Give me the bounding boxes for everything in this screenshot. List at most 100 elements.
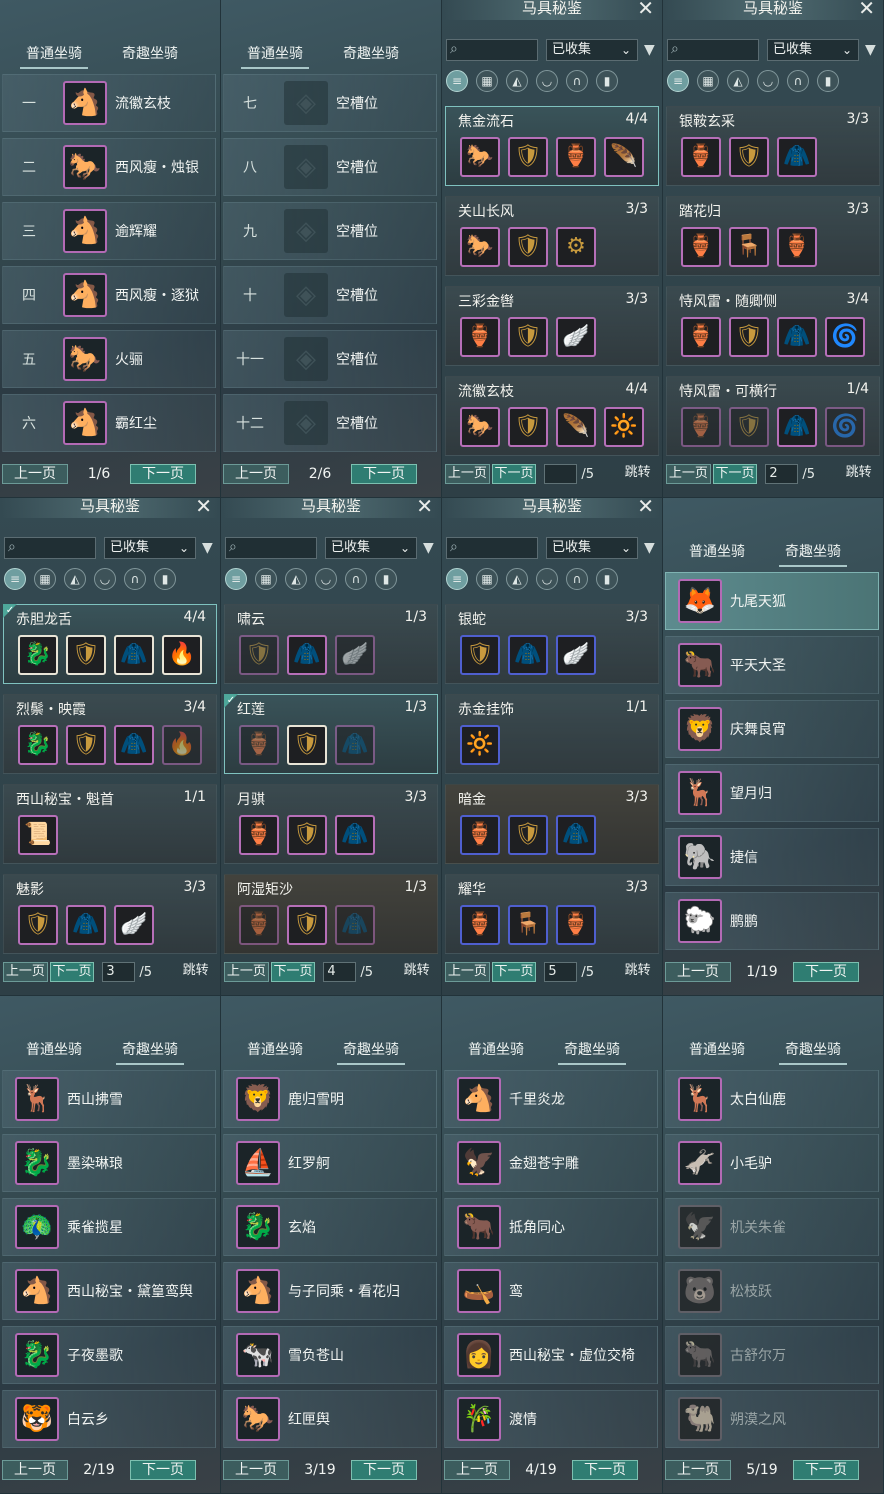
jump-button[interactable]: 跳转: [395, 962, 438, 982]
mount-portrait[interactable]: 🐫: [678, 1397, 722, 1441]
next-page-button[interactable]: 下一页: [130, 464, 196, 484]
stirrup-icon[interactable]: ∩: [787, 70, 809, 92]
equipment-slot[interactable]: 🪑: [729, 227, 769, 267]
grid-icon[interactable]: ▦: [476, 568, 498, 590]
close-icon[interactable]: ✕: [637, 498, 654, 516]
next-page-button[interactable]: 下一页: [712, 464, 758, 484]
collected-filter-select[interactable]: 已收集 ⌄: [104, 537, 196, 559]
equipment-slot[interactable]: 🏺: [681, 317, 721, 357]
prev-page-button[interactable]: 上一页: [445, 464, 490, 484]
page-input[interactable]: [544, 464, 578, 484]
equipment-slot[interactable]: 🧥: [335, 725, 375, 765]
tab-fun-mounts[interactable]: 奇趣坐骑: [323, 36, 419, 72]
mount-row[interactable]: 🦅 金翅苍宇雕: [444, 1134, 658, 1192]
mount-row[interactable]: ⛵ 红罗舸: [223, 1134, 437, 1192]
equipment-slot[interactable]: 🛡: [729, 317, 769, 357]
page-input[interactable]: 5: [544, 962, 578, 982]
set-card[interactable]: 关山长风 3/3 🐎 🛡 ⚙: [445, 196, 659, 276]
equipment-slot[interactable]: 🔥: [162, 635, 202, 675]
all-icon[interactable]: ≡: [667, 70, 689, 92]
equipment-slot[interactable]: 🪽: [114, 905, 154, 945]
equipment-slot[interactable]: 🏺: [239, 725, 279, 765]
mount-row[interactable]: 🐑 鹏鹏: [665, 892, 879, 950]
mount-portrait[interactable]: 🐯: [15, 1397, 59, 1441]
prev-page-button[interactable]: 上一页: [2, 1460, 68, 1480]
mount-portrait[interactable]: 🐎: [63, 145, 107, 189]
prev-page-button[interactable]: 上一页: [444, 1460, 510, 1480]
equipment-slot[interactable]: 📜: [18, 815, 58, 855]
tab-normal-mounts[interactable]: 普通坐骑: [227, 1032, 323, 1068]
mount-portrait[interactable]: 🐂: [678, 1333, 722, 1377]
mount-row[interactable]: 🦁 鹿归雪明: [223, 1070, 437, 1128]
mount-row[interactable]: 🐉 子夜墨歌: [2, 1326, 216, 1384]
equipment-slot[interactable]: 🏺: [777, 227, 817, 267]
set-card[interactable]: 啸云 1/3 🛡 🧥 🪽: [224, 604, 438, 684]
mount-portrait[interactable]: 🐴: [63, 401, 107, 445]
horseshoe-icon[interactable]: ◡: [536, 568, 558, 590]
mount-row[interactable]: 🦚 乘雀揽星: [2, 1198, 216, 1256]
mount-row[interactable]: 🦌 望月归: [665, 764, 879, 822]
set-card[interactable]: 烈鬃・映霞 3/4 🐉 🛡 🧥 🔥: [3, 694, 217, 774]
mount-row[interactable]: 🐴 西山秘宝・黛篁鸾舆: [2, 1262, 216, 1320]
set-card[interactable]: ✓ 红莲 1/3 🏺 🛡 🧥: [224, 694, 438, 774]
mount-portrait[interactable]: ◈: [284, 209, 328, 253]
prev-page-button[interactable]: 上一页: [3, 962, 48, 982]
equipment-slot[interactable]: 🏺: [681, 137, 721, 177]
mount-portrait[interactable]: 🦅: [678, 1205, 722, 1249]
mount-portrait[interactable]: 🐴: [63, 209, 107, 253]
equipment-slot[interactable]: 🛡: [508, 407, 548, 447]
close-icon[interactable]: ✕: [858, 0, 875, 18]
mount-row[interactable]: 🐄 雪负苍山: [223, 1326, 437, 1384]
mount-portrait[interactable]: 🦁: [236, 1077, 280, 1121]
equipment-slot[interactable]: 🔆: [460, 725, 500, 765]
filter-icon[interactable]: ▼: [202, 540, 213, 556]
equipment-slot[interactable]: 🧥: [777, 137, 817, 177]
mount-row[interactable]: 🐉 玄焰: [223, 1198, 437, 1256]
equipment-slot[interactable]: 🪽: [556, 635, 596, 675]
set-card[interactable]: 阿湿矩沙 1/3 🏺 🛡 🧥: [224, 874, 438, 954]
collected-filter-select[interactable]: 已收集 ⌄: [767, 39, 859, 61]
equipment-slot[interactable]: 🪶: [556, 407, 596, 447]
equipment-slot[interactable]: 🪑: [508, 905, 548, 945]
equipment-slot[interactable]: 🛡: [508, 317, 548, 357]
mount-row[interactable]: 🐴 千里炎龙: [444, 1070, 658, 1128]
mount-row[interactable]: 👩 西山秘宝・虚位交椅: [444, 1326, 658, 1384]
equipment-slot[interactable]: 🛡: [18, 905, 58, 945]
equipment-slot[interactable]: 🏺: [681, 407, 721, 447]
equipment-slot[interactable]: 🛡: [287, 725, 327, 765]
mount-row[interactable]: 十一 ◈ 空槽位: [223, 330, 437, 388]
close-icon[interactable]: ✕: [416, 498, 433, 516]
mount-row[interactable]: 四 🐴 西风瘦・逐狱: [2, 266, 216, 324]
prev-page-button[interactable]: 上一页: [445, 962, 490, 982]
horseshoe-icon[interactable]: ◡: [757, 70, 779, 92]
prev-page-button[interactable]: 上一页: [223, 1460, 289, 1480]
mount-row[interactable]: 🐎 红匣舆: [223, 1390, 437, 1448]
grid-icon[interactable]: ▦: [255, 568, 277, 590]
equipment-slot[interactable]: 🛡: [508, 227, 548, 267]
tab-fun-mounts[interactable]: 奇趣坐骑: [765, 1032, 861, 1068]
set-card[interactable]: 银鞍玄采 3/3 🏺 🛡 🧥: [666, 106, 880, 186]
jump-button[interactable]: 跳转: [616, 962, 659, 982]
mount-portrait[interactable]: 🐎: [236, 1397, 280, 1441]
filter-icon[interactable]: ▼: [644, 540, 655, 556]
equipment-slot[interactable]: 🐎: [460, 227, 500, 267]
card-icon[interactable]: ▮: [817, 70, 839, 92]
stirrup-icon[interactable]: ∩: [566, 568, 588, 590]
mount-row[interactable]: 三 🐴 逾辉耀: [2, 202, 216, 260]
mount-row[interactable]: 六 🐴 霸红尘: [2, 394, 216, 452]
mount-row[interactable]: 🦅 机关朱雀: [665, 1198, 879, 1256]
mount-portrait[interactable]: 🐴: [15, 1269, 59, 1313]
jump-button[interactable]: 跳转: [174, 962, 217, 982]
filter-icon[interactable]: ▼: [865, 42, 876, 58]
tab-normal-mounts[interactable]: 普通坐骑: [6, 36, 102, 72]
equipment-slot[interactable]: 🧥: [66, 905, 106, 945]
next-page-button[interactable]: 下一页: [49, 962, 95, 982]
grid-icon[interactable]: ▦: [697, 70, 719, 92]
card-icon[interactable]: ▮: [375, 568, 397, 590]
prev-page-button[interactable]: 上一页: [665, 962, 731, 982]
jump-button[interactable]: 跳转: [616, 464, 659, 484]
mount-portrait[interactable]: ◈: [284, 401, 328, 445]
equipment-slot[interactable]: 🏺: [681, 227, 721, 267]
equipment-slot[interactable]: 🔆: [604, 407, 644, 447]
mount-portrait[interactable]: 🦌: [678, 771, 722, 815]
